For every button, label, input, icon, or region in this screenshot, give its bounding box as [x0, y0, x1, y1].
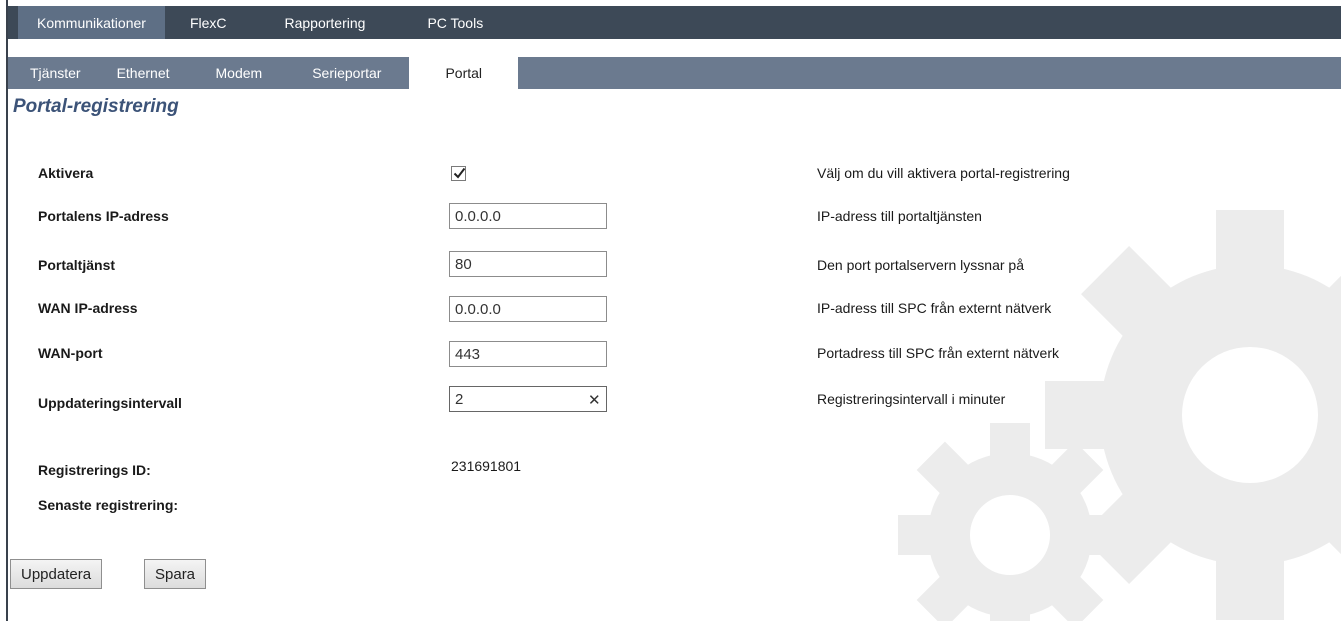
- subtab-modem[interactable]: Modem: [198, 57, 281, 89]
- checkmark-icon: [453, 167, 466, 179]
- update-interval-input[interactable]: [449, 386, 607, 412]
- aktivera-label: Aktivera: [38, 165, 94, 181]
- save-button[interactable]: Spara: [144, 559, 207, 589]
- wan-ip-description: IP-adress till SPC från externt nätverk: [817, 300, 1052, 316]
- portal-service-description: Den port portalservern lyssnar på: [817, 257, 1024, 273]
- wan-port-input[interactable]: [449, 341, 607, 367]
- wan-port-label: WAN-port: [38, 345, 103, 361]
- tab-flexc[interactable]: FlexC: [175, 6, 242, 39]
- portal-ip-input[interactable]: [449, 203, 607, 229]
- sub-navigation: Tjänster Ethernet Modem Serieportar Port…: [8, 57, 1341, 89]
- subtab-ethernet[interactable]: Ethernet: [99, 57, 188, 89]
- tab-kommunikationer[interactable]: Kommunikationer: [18, 6, 165, 39]
- last-registration-label: Senaste registrering:: [38, 497, 179, 513]
- top-navigation: Kommunikationer FlexC Rapportering PC To…: [8, 6, 1341, 39]
- registration-id-value: 231691801: [451, 458, 522, 474]
- portal-ip-description: IP-adress till portaltjänsten: [817, 208, 982, 224]
- subtab-portal[interactable]: Portal: [409, 57, 519, 89]
- subtab-tjanster[interactable]: Tjänster: [8, 57, 99, 89]
- aktivera-description: Välj om du vill aktivera portal-registre…: [817, 165, 1070, 181]
- subtab-serieportar[interactable]: Serieportar: [294, 57, 399, 89]
- tab-rapportering[interactable]: Rapportering: [270, 6, 381, 39]
- update-button[interactable]: Uppdatera: [10, 559, 103, 589]
- portal-service-input[interactable]: [449, 251, 607, 277]
- wan-ip-label: WAN IP-adress: [38, 300, 138, 316]
- tab-pc-tools[interactable]: PC Tools: [412, 6, 498, 39]
- portal-ip-label: Portalens IP-adress: [38, 208, 169, 224]
- aktivera-checkbox[interactable]: [451, 166, 466, 181]
- nav-separator: [8, 39, 1341, 57]
- window-left-border: [0, 0, 8, 621]
- update-interval-description: Registreringsintervall i minuter: [817, 391, 1006, 407]
- wan-port-description: Portadress till SPC från externt nätverk: [817, 345, 1059, 361]
- portal-service-label: Portaltjänst: [38, 257, 116, 273]
- clear-input-icon[interactable]: ✕: [588, 391, 601, 409]
- update-interval-label: Uppdateringsintervall: [38, 395, 182, 411]
- wan-ip-input[interactable]: [449, 296, 607, 322]
- page-title: Portal-registrering: [13, 96, 179, 117]
- registration-id-label: Registrerings ID:: [38, 462, 151, 478]
